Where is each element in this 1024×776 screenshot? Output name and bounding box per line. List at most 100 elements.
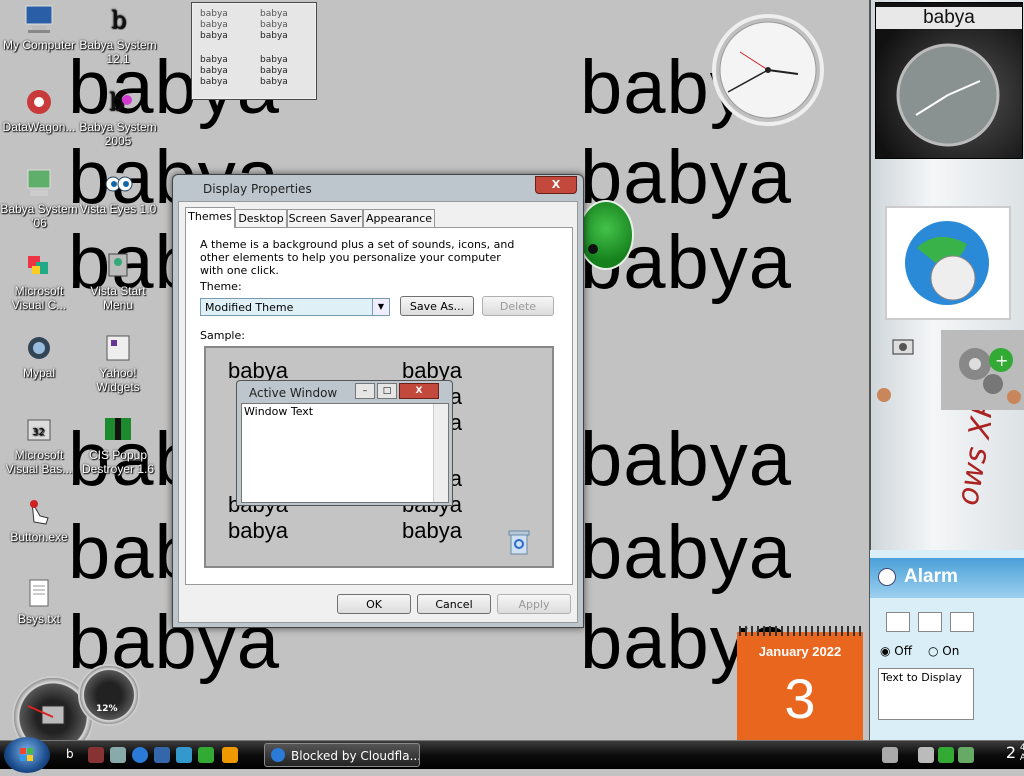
sidebar-clock-panel[interactable]: babya (875, 2, 1023, 159)
show-desktop-icon[interactable] (110, 747, 126, 763)
network-icon[interactable] (918, 747, 934, 763)
alarm-text-input[interactable]: Text to Display (878, 668, 974, 720)
orb-dot (588, 244, 598, 254)
notes-gadget[interactable]: babya babya babya babya babya babya baby… (191, 2, 317, 100)
display-properties-window[interactable]: Display Properties X Themes Desktop Scre… (172, 174, 584, 628)
clock-gadget[interactable] (706, 12, 830, 126)
sample-window-title: Active Window (249, 386, 338, 400)
note-line: babya (260, 55, 288, 65)
desktop-icon-vista-start-menu[interactable]: Vista Start Menu (79, 250, 157, 312)
media-player-icon[interactable] (222, 747, 238, 763)
popup-destroyer-icon (101, 414, 135, 446)
start-menu-icon (101, 250, 135, 282)
sample-label: Sample: (200, 329, 245, 342)
desktop-icon-button-exe[interactable]: Button.exe (0, 496, 78, 544)
desktop-icon-my-computer[interactable]: My Computer (0, 4, 78, 52)
scroll-right-icon[interactable] (1007, 390, 1021, 404)
alarm-off-label: Off (894, 644, 913, 658)
desktop-icon-vista-eyes[interactable]: Vista Eyes 1.0 (79, 168, 157, 216)
alarm-ampm-field[interactable] (950, 612, 974, 632)
alarm-title: Alarm (904, 566, 958, 587)
theme-select[interactable]: Modified Theme ▼ (200, 298, 390, 316)
security-icon[interactable] (198, 747, 214, 763)
note-line: babya (260, 77, 288, 87)
recycle-bin-icon (508, 528, 530, 556)
calendar-gadget[interactable]: January 2022 3 (737, 626, 863, 740)
desktop-icon-bsys-txt[interactable]: Bsys.txt (0, 578, 78, 626)
globe-gadget[interactable] (885, 206, 1011, 320)
desktop-icon-yahoo-widgets[interactable]: Yahoo! Widgets (79, 332, 157, 394)
system-tray: 2 40 AM (874, 741, 1024, 769)
sample-active-window: Active Window – □ X Window Text (236, 380, 453, 506)
sample-wallpaper-word: babya (402, 518, 462, 543)
analog-clock-icon (712, 14, 824, 126)
chevron-down-icon[interactable]: ▼ (372, 299, 389, 315)
svg-text:b: b (111, 6, 126, 34)
windows-xp-logo: ows XP (901, 396, 1003, 540)
volume-icon[interactable] (958, 747, 974, 763)
desktop-icon-mypal[interactable]: Mypal (0, 332, 78, 380)
desktop-icon-visual-c[interactable]: Microsoft Visual C... (0, 250, 78, 312)
camera-icon[interactable] (891, 334, 915, 356)
mail-icon[interactable] (176, 747, 192, 763)
desktop-icon-babya-system-12[interactable]: b Babya System 12.1 (79, 4, 157, 66)
maximize-icon: □ (377, 383, 397, 399)
scroll-left-icon[interactable] (877, 388, 891, 402)
alarm-collapse-icon[interactable] (878, 568, 896, 586)
alarm-on-radio[interactable]: ○ On (928, 644, 959, 658)
media-center-icon[interactable] (154, 747, 170, 763)
note-line: babya (260, 9, 288, 19)
note-line: babya (200, 77, 228, 87)
app-quicklaunch-icon[interactable] (88, 747, 104, 763)
babya-logo-icon: b (101, 86, 135, 118)
alarm-off-radio[interactable]: ◉ Off (880, 644, 912, 658)
theme-select-value: Modified Theme (205, 301, 294, 314)
note-line: babya (200, 55, 228, 65)
note-line: babya (200, 66, 228, 76)
internet-explorer-icon[interactable] (132, 747, 148, 763)
theme-label: Theme: (200, 280, 242, 293)
delete-button[interactable]: Delete (482, 296, 554, 316)
clock-hour: 2 (1005, 743, 1016, 762)
apply-button[interactable]: Apply (497, 594, 571, 614)
internet-explorer-icon (271, 748, 285, 762)
alarm-gadget[interactable]: Alarm ◉ Off ○ On Text to Display (870, 550, 1024, 740)
theme-description: A theme is a background plus a set of so… (200, 238, 515, 277)
sample-window-text: Window Text (244, 405, 314, 418)
note-line: babya (260, 66, 288, 76)
save-as-button[interactable]: Save As... (400, 296, 474, 316)
tab-appearance[interactable]: Appearance (363, 209, 435, 227)
security-tray-icon[interactable] (938, 747, 954, 763)
calendar-rings (739, 626, 861, 636)
tab-screen-saver[interactable]: Screen Saver (287, 209, 363, 227)
green-orb-gadget[interactable] (578, 200, 634, 270)
dialog-body: Themes Desktop Screen Saver Appearance A… (178, 201, 578, 623)
visual-basic-icon: 32 (22, 414, 56, 446)
babya-quicklaunch-icon[interactable]: b (66, 747, 82, 763)
close-button[interactable]: X (535, 176, 577, 194)
svg-text:ows XP: ows XP (950, 410, 991, 508)
desktop-icon-visual-basic[interactable]: 32 Microsoft Visual Bas... (0, 414, 78, 476)
sample-window-content: Window Text (241, 403, 449, 503)
svg-text:32: 32 (32, 427, 45, 438)
alarm-minute-field[interactable] (918, 612, 942, 632)
memory-gauge[interactable]: 12% (78, 664, 140, 726)
window-title: Display Properties (203, 182, 312, 196)
tab-desktop[interactable]: Desktop (235, 209, 287, 227)
cancel-button[interactable]: Cancel (417, 594, 491, 614)
tab-themes[interactable]: Themes (185, 207, 235, 228)
desktop-icon-babya-system-2005[interactable]: b Babya System 2005 (79, 86, 157, 148)
ok-button[interactable]: OK (337, 594, 411, 614)
title-bar[interactable]: Display Properties X (173, 175, 583, 199)
tray-clock[interactable]: 2 40 AM (1005, 743, 1024, 763)
svg-text:b: b (109, 88, 124, 116)
alarm-hour-field[interactable] (886, 612, 910, 632)
note-line: babya (200, 31, 228, 41)
desktop-icon-babya-system-06[interactable]: Babya System '06 (0, 168, 78, 230)
desktop-icon-cis-popup-destroyer[interactable]: CIS Popup Destroyer 1.6 (79, 414, 157, 476)
taskbar-item-browser[interactable]: Blocked by Cloudfla... (264, 743, 420, 767)
desktop-icon-datawagon[interactable]: DataWagon... (0, 86, 78, 134)
keyboard-icon[interactable] (882, 747, 898, 763)
eyes-icon (101, 168, 135, 200)
visual-studio-icon (22, 250, 56, 282)
